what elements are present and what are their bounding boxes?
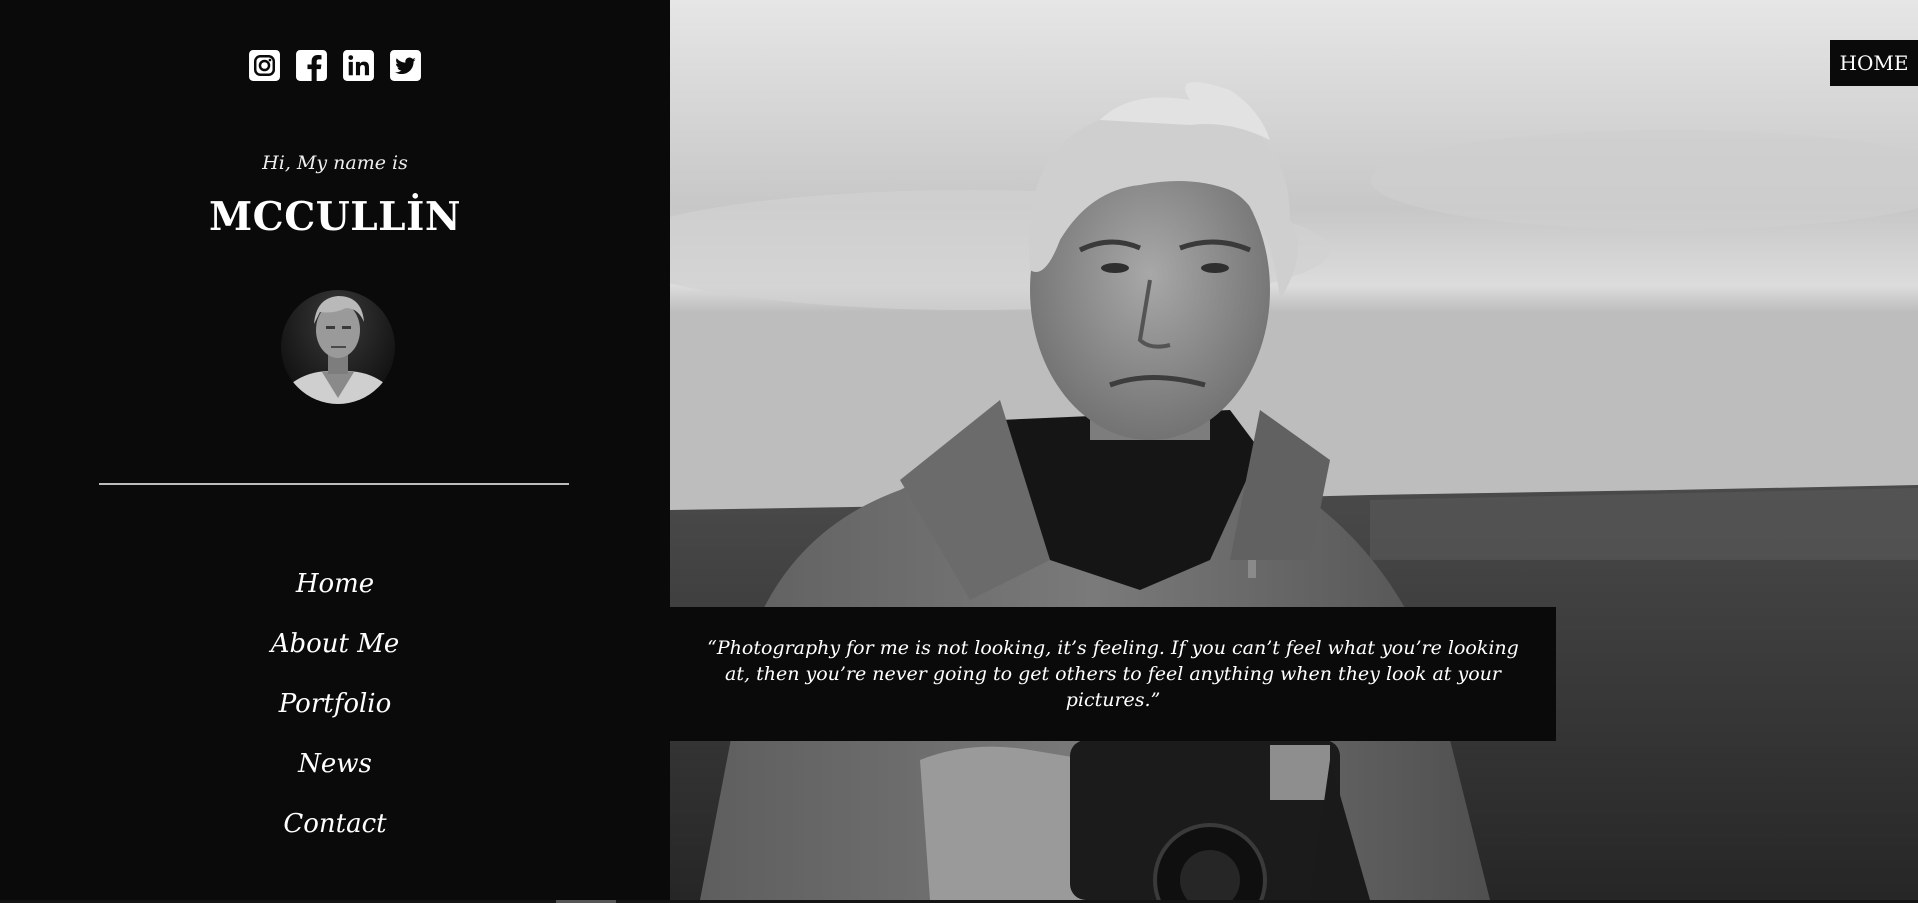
nav-item-home[interactable]: Home bbox=[0, 562, 670, 622]
twitter-icon[interactable] bbox=[389, 49, 422, 82]
facebook-icon[interactable] bbox=[295, 49, 328, 82]
main-nav: Home About Me Portfolio News Contact bbox=[0, 562, 670, 862]
quote-box: “Photography for me is not looking, it’s… bbox=[670, 607, 1556, 741]
divider bbox=[99, 483, 569, 485]
hero-image bbox=[670, 0, 1918, 900]
social-links bbox=[0, 49, 670, 82]
site-name: MCCULLİN bbox=[209, 194, 461, 240]
instagram-icon[interactable] bbox=[248, 49, 281, 82]
quote-text: “Photography for me is not looking, it’s… bbox=[707, 637, 1519, 711]
nav-item-contact[interactable]: Contact bbox=[0, 802, 670, 862]
home-button[interactable]: HOME bbox=[1830, 40, 1918, 86]
nav-item-about[interactable]: About Me bbox=[0, 622, 670, 682]
linkedin-icon[interactable] bbox=[342, 49, 375, 82]
nav-item-news[interactable]: News bbox=[0, 742, 670, 802]
avatar bbox=[280, 268, 396, 416]
nav-item-portfolio[interactable]: Portfolio bbox=[0, 682, 670, 742]
sidebar: Hi, My name is MCCULLİN Home About Me Po… bbox=[0, 0, 670, 903]
greeting-text: Hi, My name is bbox=[262, 152, 408, 174]
